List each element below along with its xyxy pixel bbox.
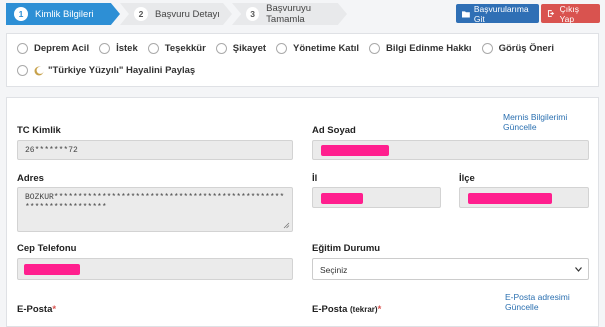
my-applications-label: Başvurularıma Git xyxy=(473,3,529,24)
district-field xyxy=(459,187,589,208)
type-option-join-management[interactable]: Yönetime Katıl xyxy=(276,43,359,54)
type-option-info-request[interactable]: Bilgi Edinme Hakkı xyxy=(369,43,472,54)
radio-button[interactable] xyxy=(147,43,159,54)
type-label: Teşekkür xyxy=(164,43,206,54)
phone-field xyxy=(17,258,293,280)
logout-button[interactable]: Çıkış Yap xyxy=(541,3,600,24)
radio-button[interactable] xyxy=(215,43,227,54)
address-field: BOZKUR**********************************… xyxy=(17,187,293,232)
logout-label: Çıkış Yap xyxy=(559,3,579,24)
type-option-thanks[interactable]: Teşekkür xyxy=(147,43,206,54)
update-mernis-link[interactable]: Mernis Bilgilerimi Güncelle xyxy=(503,112,598,132)
address-line: BOZKUR**********************************… xyxy=(25,193,285,202)
folder-icon xyxy=(462,10,470,17)
type-option-century-dream[interactable]: "Türkiye Yüzyılı" Hayalini Paylaş xyxy=(17,65,195,76)
education-select[interactable]: Seçiniz xyxy=(312,258,589,280)
type-option-request[interactable]: İstek xyxy=(99,43,138,54)
my-applications-button[interactable]: Başvurularıma Git xyxy=(456,3,539,24)
step-identity[interactable]: 1 Kimlik Bilgileri xyxy=(6,3,120,25)
step-number: 2 xyxy=(134,7,148,21)
address-line: ***************** xyxy=(25,203,107,212)
type-label: Bilgi Edinme Hakkı xyxy=(386,43,472,54)
education-label: Eğitim Durumu xyxy=(312,243,381,254)
redacted-phone xyxy=(24,264,80,275)
wizard-bar: 1 Kimlik Bilgileri 2 Başvuru Detayı 3 Ba… xyxy=(0,0,605,30)
type-label: "Türkiye Yüzyılı" Hayalini Paylaş xyxy=(48,65,196,76)
redacted-name xyxy=(321,145,389,156)
update-email-link[interactable]: E-Posta adresimi Güncelle xyxy=(505,292,598,312)
application-type-panel: Deprem Acil İstek Teşekkür Şikayet Yönet… xyxy=(6,33,599,87)
crescent-icon xyxy=(34,66,44,75)
tc-label: TC Kimlik xyxy=(17,125,61,136)
logout-icon xyxy=(547,10,555,17)
name-field xyxy=(312,140,589,160)
name-label: Ad Soyad xyxy=(312,125,356,136)
step-label: Kimlik Bilgileri xyxy=(35,8,94,20)
required-mark: * xyxy=(52,304,57,315)
required-mark: * xyxy=(377,304,382,315)
address-label: Adres xyxy=(17,173,44,184)
redacted-district xyxy=(468,193,552,204)
step-number: 1 xyxy=(14,7,28,21)
radio-button[interactable] xyxy=(99,43,111,54)
type-label: Deprem Acil xyxy=(34,43,90,54)
type-label: İstek xyxy=(116,43,138,54)
email-label: E-Posta* xyxy=(17,304,56,315)
email-confirm-label-text: E-Posta xyxy=(312,304,348,315)
phone-label: Cep Telefonu xyxy=(17,243,77,254)
radio-button[interactable] xyxy=(17,43,28,54)
radio-button[interactable] xyxy=(369,43,381,54)
type-label: Şikayet xyxy=(232,43,267,54)
step-number: 3 xyxy=(246,7,260,21)
chevron-down-icon xyxy=(575,267,582,272)
type-option-complaint[interactable]: Şikayet xyxy=(215,43,267,54)
step-label: Başvuru Detayı xyxy=(155,8,220,20)
city-field xyxy=(312,187,441,208)
type-options-row: Deprem Acil İstek Teşekkür Şikayet Yönet… xyxy=(17,43,564,54)
step-application-detail[interactable]: 2 Başvuru Detayı xyxy=(120,3,232,25)
type-label: Yönetime Katıl xyxy=(293,43,360,54)
district-label: İlçe xyxy=(459,173,475,184)
city-label: İl xyxy=(312,173,318,184)
type-option-earthquake[interactable]: Deprem Acil xyxy=(17,43,89,54)
type-label: Görüş Öneri xyxy=(498,43,555,54)
email-confirm-small: (tekrar) xyxy=(350,305,378,314)
email-confirm-label: E-Posta (tekrar)* xyxy=(312,304,381,315)
type-option-suggestion[interactable]: Görüş Öneri xyxy=(481,43,555,54)
step-complete[interactable]: 3 Başvuruyu Tamamla xyxy=(232,3,347,25)
resize-grip-icon[interactable] xyxy=(283,222,290,229)
email-label-text: E-Posta xyxy=(17,304,53,315)
identity-form-panel: Mernis Bilgilerimi Güncelle TC Kimlik 26… xyxy=(6,97,599,327)
step-label: Başvuruyu Tamamla xyxy=(266,3,312,25)
education-selected-value: Seçiniz xyxy=(320,265,348,275)
radio-button[interactable] xyxy=(276,43,288,54)
radio-button[interactable] xyxy=(481,43,493,54)
tc-field: 26*******72 xyxy=(17,140,293,160)
type-options-row-2: "Türkiye Yüzyılı" Hayalini Paylaş xyxy=(17,65,205,76)
redacted-city xyxy=(321,193,363,204)
radio-button[interactable] xyxy=(17,65,28,76)
